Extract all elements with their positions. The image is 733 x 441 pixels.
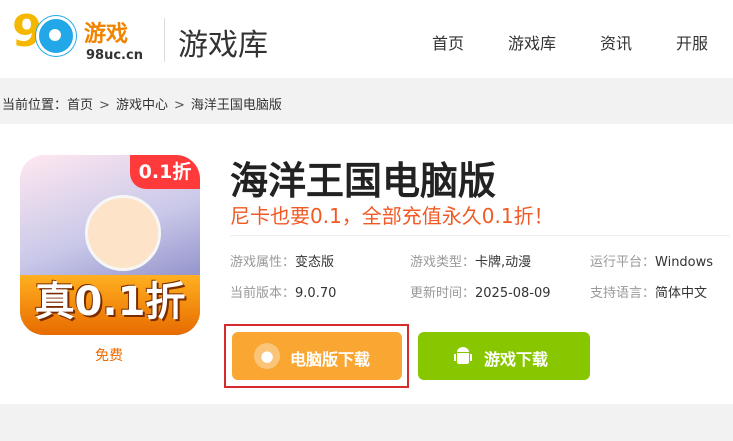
price-label: 免费 — [95, 348, 123, 364]
page-bottom — [0, 404, 733, 441]
logo-digit: 9 — [12, 6, 43, 57]
promo-text: 尼卡也要0.1，全部充值永久0.1折！ — [230, 204, 554, 228]
site-header: 9 游戏 98uc.cn 游戏库 首页 游戏库 资讯 开服 — [0, 0, 733, 78]
section-title: 游戏库 — [178, 28, 268, 63]
meta-update-time: 更新时间：2025-08-09 — [410, 286, 551, 301]
logo-circle-icon — [36, 16, 76, 56]
game-download-button[interactable]: 游戏下载 — [418, 332, 590, 380]
nav-home[interactable]: 首页 — [432, 30, 464, 54]
breadcrumb-separator: > — [173, 98, 185, 113]
meta-type: 游戏类型：卡牌,动漫 — [410, 255, 532, 270]
nav-news[interactable]: 资讯 — [600, 30, 632, 54]
nav-servers[interactable]: 开服 — [676, 30, 708, 54]
breadcrumb-home[interactable]: 首页 — [67, 98, 93, 113]
breadcrumb-separator: > — [99, 98, 110, 113]
meta-version: 当前版本：9.0.70 — [230, 286, 337, 301]
header-divider — [164, 18, 165, 62]
logo-text: 游戏 — [84, 22, 129, 47]
icon-banner-text: 真0.1折 — [34, 279, 186, 325]
breadcrumb: 当前位置：首页 > 游戏中心 > 海洋王国电脑版 — [2, 94, 282, 113]
breadcrumb-prefix: 当前位置： — [2, 98, 68, 113]
site-logo[interactable]: 9 游戏 98uc.cn — [12, 6, 147, 68]
breadcrumb-current: 海洋王国电脑版 — [190, 98, 282, 113]
discount-badge: 0.1折 — [130, 155, 200, 189]
game-icon-image[interactable]: 真0.1折 0.1折 — [20, 155, 200, 335]
meta-attribute: 游戏属性：变态版 — [230, 255, 335, 270]
pc-download-label: 电脑版下载 — [290, 350, 371, 369]
game-download-label: 游戏下载 — [484, 350, 549, 369]
character-face-icon — [85, 195, 161, 271]
pc-download-button[interactable]: ● 电脑版下载 — [232, 332, 402, 380]
gamepad-icon: ● — [254, 343, 280, 369]
android-icon — [450, 343, 476, 369]
nav-game-library[interactable]: 游戏库 — [508, 30, 556, 54]
breadcrumb-game-center[interactable]: 游戏中心 — [116, 98, 168, 113]
meta-platform: 运行平台：Windows — [590, 255, 714, 270]
logo-url: 98uc.cn — [86, 48, 143, 63]
meta-language: 支持语言：简体中文 — [590, 286, 708, 301]
game-title: 海洋王国电脑版 — [230, 159, 497, 203]
info-divider — [230, 235, 730, 236]
